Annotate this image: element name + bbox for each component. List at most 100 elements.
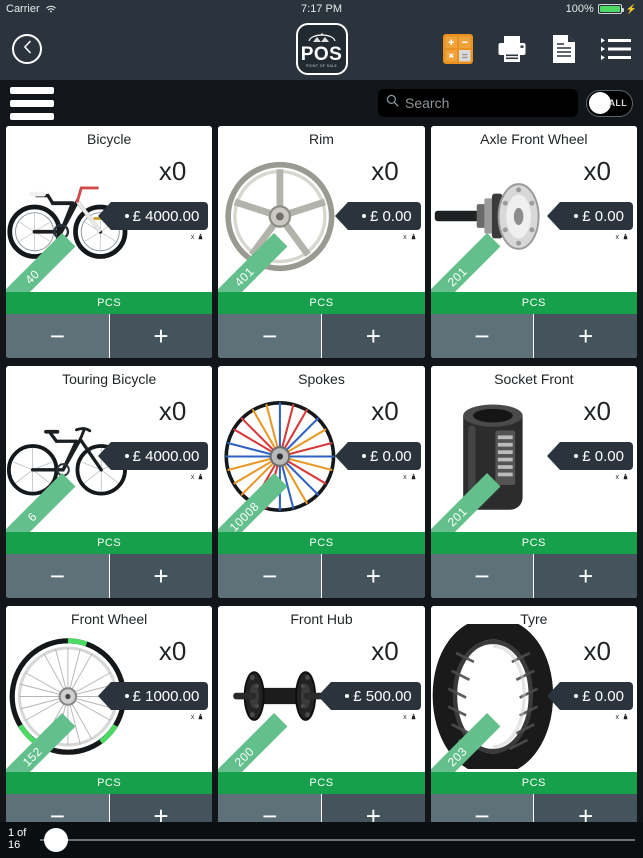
product-card[interactable]: Front Wheel x0 £ 1000.00 x 152 PCS − + bbox=[6, 606, 213, 838]
product-unit-button[interactable]: PCS bbox=[430, 772, 637, 794]
weight-icon bbox=[622, 713, 629, 722]
all-filter-toggle[interactable]: ALL bbox=[586, 89, 633, 117]
product-card[interactable]: Axle Front Wheel x0 £ 0.00 x 201 PCS − + bbox=[430, 126, 637, 358]
product-quantity: x0 bbox=[371, 636, 399, 666]
rim-image bbox=[225, 161, 335, 272]
page-slider-thumb[interactable] bbox=[44, 828, 68, 852]
list-icon[interactable] bbox=[601, 36, 631, 62]
price-tag-hole-icon bbox=[124, 694, 129, 698]
page-count-label: 1 of 16 bbox=[8, 827, 27, 851]
top-nav-actions bbox=[443, 34, 631, 64]
product-price-tag: £ 4000.00 bbox=[97, 442, 209, 470]
price-tag-hole-icon bbox=[124, 454, 129, 458]
product-weight-meta: x bbox=[403, 233, 417, 242]
product-card[interactable]: Tyre x0 £ 0.00 x 203 PCS − + bbox=[430, 606, 637, 838]
status-bar-right: 100% ⚡ bbox=[566, 3, 637, 15]
product-card-body: Touring Bicycle x0 £ 4000.00 x 6 bbox=[6, 366, 213, 532]
spokes-image bbox=[224, 401, 336, 512]
product-stepper-group: − + bbox=[6, 554, 213, 598]
product-price-tag: £ 0.00 bbox=[334, 202, 421, 230]
weight-icon bbox=[197, 233, 204, 242]
product-unit-button[interactable]: PCS bbox=[6, 772, 213, 794]
product-unit-button[interactable]: PCS bbox=[6, 532, 213, 554]
product-weight-meta: x bbox=[191, 473, 205, 482]
weight-multiplier-label: x bbox=[403, 714, 407, 721]
product-weight-meta: x bbox=[403, 473, 417, 482]
price-tag-hole-icon bbox=[574, 454, 579, 458]
product-card-body: Axle Front Wheel x0 £ 0.00 x 201 bbox=[430, 126, 637, 292]
decrement-button[interactable]: − bbox=[218, 554, 321, 598]
product-unit-button[interactable]: PCS bbox=[430, 532, 637, 554]
price-tag-hole-icon bbox=[574, 694, 579, 698]
product-card[interactable]: Bicycle x0 £ 4000.00 x 40 PCS − + bbox=[6, 126, 213, 358]
product-card[interactable]: Socket Front x0 £ 0.00 x 201 PCS − + bbox=[430, 366, 637, 598]
decrement-button[interactable]: − bbox=[430, 314, 534, 358]
page-slider[interactable] bbox=[40, 828, 635, 852]
increment-button[interactable]: + bbox=[109, 314, 213, 358]
product-card-body: Spokes x0 £ 0.00 x 10008 bbox=[218, 366, 425, 532]
weight-multiplier-label: x bbox=[190, 474, 195, 481]
product-price: £ 0.00 bbox=[369, 207, 412, 225]
product-quantity: x0 bbox=[371, 396, 399, 426]
product-price-tag: £ 500.00 bbox=[318, 682, 421, 710]
top-navigation-bar: POS POINT OF SALE bbox=[0, 18, 643, 80]
increment-button[interactable]: + bbox=[534, 554, 637, 598]
product-unit-button[interactable]: PCS bbox=[218, 292, 425, 314]
increment-button[interactable]: + bbox=[109, 554, 213, 598]
product-card[interactable]: Rim x0 £ 0.00 x 401 PCS − + bbox=[218, 126, 425, 358]
increment-button[interactable]: + bbox=[534, 314, 637, 358]
decrement-button[interactable]: − bbox=[6, 554, 109, 598]
product-quantity: x0 bbox=[158, 636, 187, 666]
product-quantity: x0 bbox=[583, 156, 611, 186]
product-price: £ 4000.00 bbox=[132, 447, 200, 465]
search-input[interactable]: Search bbox=[378, 89, 578, 117]
hamburger-menu-icon[interactable] bbox=[10, 85, 54, 122]
price-tag-hole-icon bbox=[124, 214, 129, 218]
weight-icon bbox=[622, 473, 629, 482]
clock-label: 7:17 PM bbox=[301, 3, 342, 15]
decrement-button[interactable]: − bbox=[6, 314, 109, 358]
increment-button[interactable]: + bbox=[322, 314, 425, 358]
document-icon[interactable] bbox=[551, 34, 577, 64]
arch-icon bbox=[305, 30, 339, 44]
pagination-footer: 1 of 16 bbox=[0, 822, 643, 858]
product-unit-button[interactable]: PCS bbox=[218, 532, 425, 554]
product-unit-button[interactable]: PCS bbox=[6, 292, 213, 314]
decrement-button[interactable]: − bbox=[430, 554, 534, 598]
product-image bbox=[431, 144, 555, 289]
decrement-button[interactable]: − bbox=[218, 314, 321, 358]
product-price: £ 500.00 bbox=[353, 687, 412, 705]
product-price-tag: £ 4000.00 bbox=[97, 202, 209, 230]
back-button[interactable] bbox=[12, 34, 42, 64]
product-weight-meta: x bbox=[615, 233, 629, 242]
search-controls: Search ALL bbox=[378, 89, 633, 117]
weight-icon bbox=[410, 713, 417, 722]
product-price: £ 4000.00 bbox=[132, 207, 200, 225]
weight-multiplier-label: x bbox=[615, 234, 619, 241]
weight-multiplier-label: x bbox=[190, 714, 195, 721]
weight-icon bbox=[197, 713, 204, 722]
price-tag-hole-icon bbox=[574, 214, 579, 218]
product-quantity: x0 bbox=[158, 156, 187, 186]
weight-multiplier-label: x bbox=[615, 714, 619, 721]
product-price: £ 1000.00 bbox=[132, 687, 200, 705]
product-card-body: Rim x0 £ 0.00 x 401 bbox=[218, 126, 425, 292]
printer-icon[interactable] bbox=[497, 35, 527, 63]
product-card-body: Front Wheel x0 £ 1000.00 x 152 bbox=[6, 606, 213, 772]
status-bar: Carrier 7:17 PM 100% ⚡ bbox=[0, 0, 643, 18]
product-unit-button[interactable]: PCS bbox=[218, 772, 425, 794]
product-card-body: Socket Front x0 £ 0.00 x 201 bbox=[430, 366, 637, 532]
calculator-icon[interactable] bbox=[443, 34, 473, 64]
increment-button[interactable]: + bbox=[322, 554, 425, 598]
search-icon bbox=[386, 94, 399, 112]
product-weight-meta: x bbox=[615, 473, 629, 482]
product-card[interactable]: Front Hub x0 £ 500.00 x 200 PCS − + bbox=[218, 606, 425, 838]
weight-icon bbox=[622, 233, 629, 242]
product-price: £ 0.00 bbox=[582, 687, 624, 705]
product-card[interactable]: Touring Bicycle x0 £ 4000.00 x 6 PCS − + bbox=[6, 366, 213, 598]
product-price-tag: £ 1000.00 bbox=[97, 682, 209, 710]
product-weight-meta: x bbox=[403, 713, 417, 722]
product-image bbox=[431, 384, 555, 529]
product-card[interactable]: Spokes x0 £ 0.00 x 10008 PCS − + bbox=[218, 366, 425, 598]
product-unit-button[interactable]: PCS bbox=[430, 292, 637, 314]
